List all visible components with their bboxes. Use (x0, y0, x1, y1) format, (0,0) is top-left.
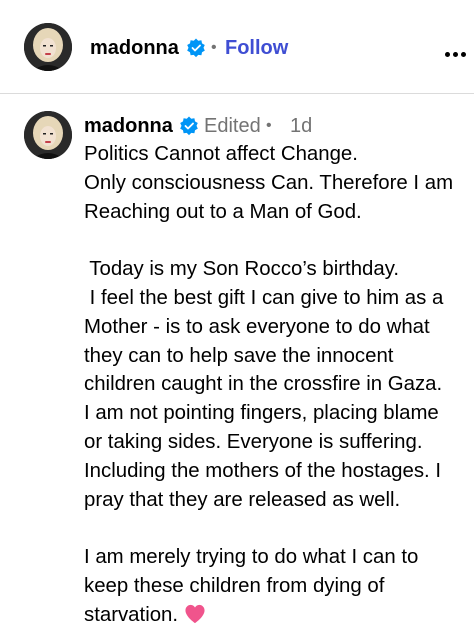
caption-username[interactable]: madonna (84, 114, 173, 138)
caption-line: I am not pointing fingers, placing blame (84, 402, 439, 425)
caption-line (84, 226, 472, 255)
caption-line: Reaching out to a Man of God. (84, 200, 362, 223)
avatar[interactable] (24, 23, 72, 71)
caption-line: Politics Cannot affect Change. (84, 143, 358, 165)
separator-dot: • (211, 39, 217, 56)
caption-line: children caught in the crossfire in Gaza… (84, 373, 443, 396)
verified-badge-icon (187, 38, 205, 58)
more-options-icon[interactable] (445, 44, 471, 57)
caption-line: Today is my Son Rocco’s birthday. (84, 258, 400, 281)
follow-button[interactable]: Follow (225, 36, 288, 60)
header-username[interactable]: madonna (90, 36, 179, 60)
caption-line: Mother - is to ask everyone to do what (84, 315, 430, 338)
caption-line (84, 514, 472, 543)
caption-last-line: starvation. (84, 601, 472, 630)
caption-line: they can to help save the innocent (84, 344, 394, 367)
caption-line: Including the mothers of the hostages. I (84, 459, 442, 482)
separator-dot: • (266, 117, 272, 134)
caption-line: starvation. (84, 603, 179, 626)
pink-heart-icon (185, 604, 205, 623)
edited-label: Edited (204, 115, 261, 137)
caption-line: I am merely trying to do what I can to (84, 546, 419, 569)
verified-badge-icon (180, 116, 198, 136)
caption-line: pray that they are released as well. (84, 488, 401, 511)
caption-line: I feel the best gift I can give to him a… (84, 286, 444, 309)
post-header: madonna • Follow (0, 0, 474, 94)
caption-line: Only consciousness Can. Therefore I am (84, 171, 454, 194)
caption-text: Politics Cannot affect Change. Only cons… (84, 140, 472, 630)
post-timestamp[interactable]: 1d (290, 114, 312, 138)
caption-avatar[interactable] (24, 111, 72, 159)
caption-line: keep these children from dying of (84, 574, 385, 597)
caption-line: or taking sides. Everyone is suffering. (84, 430, 423, 453)
